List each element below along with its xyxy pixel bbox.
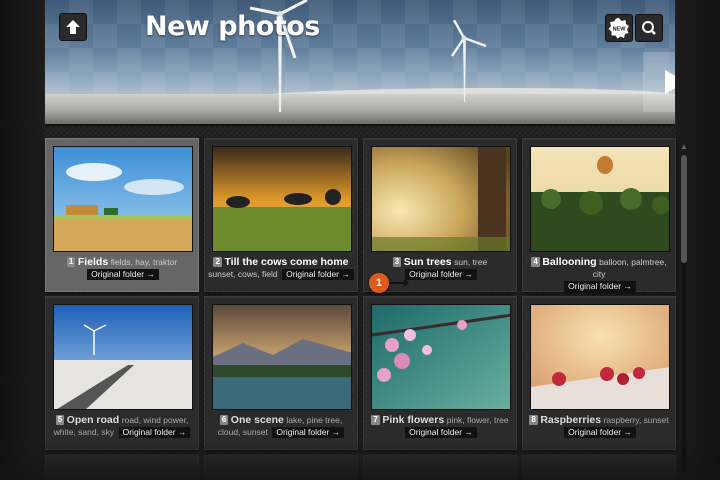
original-folder-link[interactable]: Original folder → — [564, 427, 636, 438]
page-title: New photos — [145, 11, 320, 42]
photo-title: Open road — [66, 414, 120, 426]
photo-tags: balloon, palmtree, city — [592, 257, 667, 279]
photo-tags: fields, hay, traktor — [110, 257, 178, 267]
left-frame — [0, 0, 44, 480]
photo-tags: sun, tree — [454, 257, 488, 267]
photo-caption: 6 One scene lake, pine tree, cloud, suns… — [208, 414, 354, 438]
photo-caption: 8 Raspberries raspberry, sunset Original… — [526, 414, 672, 438]
photo-caption: 7 Pink flowers pink, flower, tree Origin… — [367, 414, 513, 438]
search-icon — [642, 21, 656, 35]
scrollbar[interactable]: ▲ — [680, 143, 688, 473]
photo-title: Raspberries — [540, 414, 602, 426]
photo-number: 6 — [219, 415, 229, 425]
photo-card[interactable]: 6 One scene lake, pine tree, cloud, suns… — [204, 296, 358, 450]
original-folder-link[interactable]: Original folder → — [405, 269, 477, 280]
original-folder-link[interactable]: Original folder → — [272, 427, 345, 438]
search-button[interactable] — [635, 14, 663, 42]
photo-card[interactable]: 3 Sun trees sun, tree Original folder → — [363, 138, 517, 292]
photo-number: 5 — [55, 415, 65, 425]
annotation-arrow — [389, 279, 409, 287]
new-badge-icon: NEW — [608, 18, 629, 39]
photo-card[interactable]: 5 Open road road, wind power, white, san… — [45, 296, 199, 450]
photo-thumbnail[interactable] — [530, 304, 670, 410]
photo-card[interactable]: 2 Till the cows come home sunset, cows, … — [204, 138, 358, 292]
original-folder-link[interactable]: Original folder → — [282, 269, 354, 280]
photo-thumbnail[interactable] — [530, 146, 670, 252]
chevron-up-icon[interactable]: ▲ — [680, 143, 688, 151]
photo-thumbnail[interactable] — [53, 304, 193, 410]
original-folder-link[interactable]: Original folder → — [405, 427, 477, 438]
photo-number: 4 — [531, 257, 540, 267]
annotation-badge: 1 — [369, 273, 389, 293]
photo-caption: 2 Till the cows come home sunset, cows, … — [208, 256, 354, 280]
photo-tags: pink, flower, tree — [446, 415, 509, 425]
photo-tags: raspberry, sunset — [603, 415, 669, 425]
photo-title: Pink flowers — [382, 414, 445, 426]
photo-thumbnail[interactable] — [212, 304, 352, 410]
photo-number: 3 — [392, 257, 402, 267]
arrow-up-icon — [66, 20, 80, 34]
photo-card[interactable]: 1 Fields fields, hay, traktor Original f… — [45, 138, 199, 292]
ground — [45, 94, 675, 124]
slideshow-play-button[interactable] — [643, 52, 675, 112]
photo-number: 2 — [213, 257, 222, 267]
photo-thumbnail[interactable] — [371, 146, 511, 252]
original-folder-link[interactable]: Original folder → — [87, 269, 159, 280]
photo-caption: 4 Ballooning balloon, palmtree, city Ori… — [526, 256, 672, 292]
photo-title: Till the cows come home — [224, 256, 349, 268]
photo-number: 7 — [371, 415, 380, 425]
photo-card[interactable]: 7 Pink flowers pink, flower, tree Origin… — [363, 296, 517, 450]
photo-number: 1 — [66, 257, 76, 267]
wind-turbine-image — [451, 20, 487, 102]
up-button[interactable] — [59, 13, 87, 41]
photo-thumbnail[interactable] — [212, 146, 352, 252]
photo-thumbnail[interactable] — [53, 146, 193, 252]
bottom-fade — [0, 440, 720, 480]
new-badge-text: NEW — [613, 27, 627, 33]
scroll-thumb[interactable] — [681, 155, 687, 263]
photo-thumbnail[interactable] — [371, 304, 511, 410]
original-folder-link[interactable]: Original folder → — [564, 281, 636, 292]
photo-number: 8 — [529, 415, 538, 425]
photo-card[interactable]: 8 Raspberries raspberry, sunset Original… — [522, 296, 676, 450]
photo-card[interactable]: 4 Ballooning balloon, palmtree, city Ori… — [522, 138, 676, 292]
play-icon — [665, 70, 675, 94]
original-folder-link[interactable]: Original folder → — [118, 427, 191, 438]
photo-title: One scene — [230, 414, 284, 426]
photo-title: Sun trees — [403, 256, 452, 268]
photo-caption: 5 Open road road, wind power, white, san… — [49, 414, 195, 438]
photo-tags: sunset, cows, field — [208, 269, 278, 279]
photo-title: Ballooning — [542, 256, 597, 268]
photo-title: Fields — [77, 256, 109, 268]
header-banner: New photos NEW — [45, 0, 675, 126]
photo-caption: 3 Sun trees sun, tree Original folder → — [367, 256, 513, 280]
photo-caption: 1 Fields fields, hay, traktor Original f… — [49, 256, 195, 280]
new-button[interactable]: NEW — [605, 14, 633, 42]
